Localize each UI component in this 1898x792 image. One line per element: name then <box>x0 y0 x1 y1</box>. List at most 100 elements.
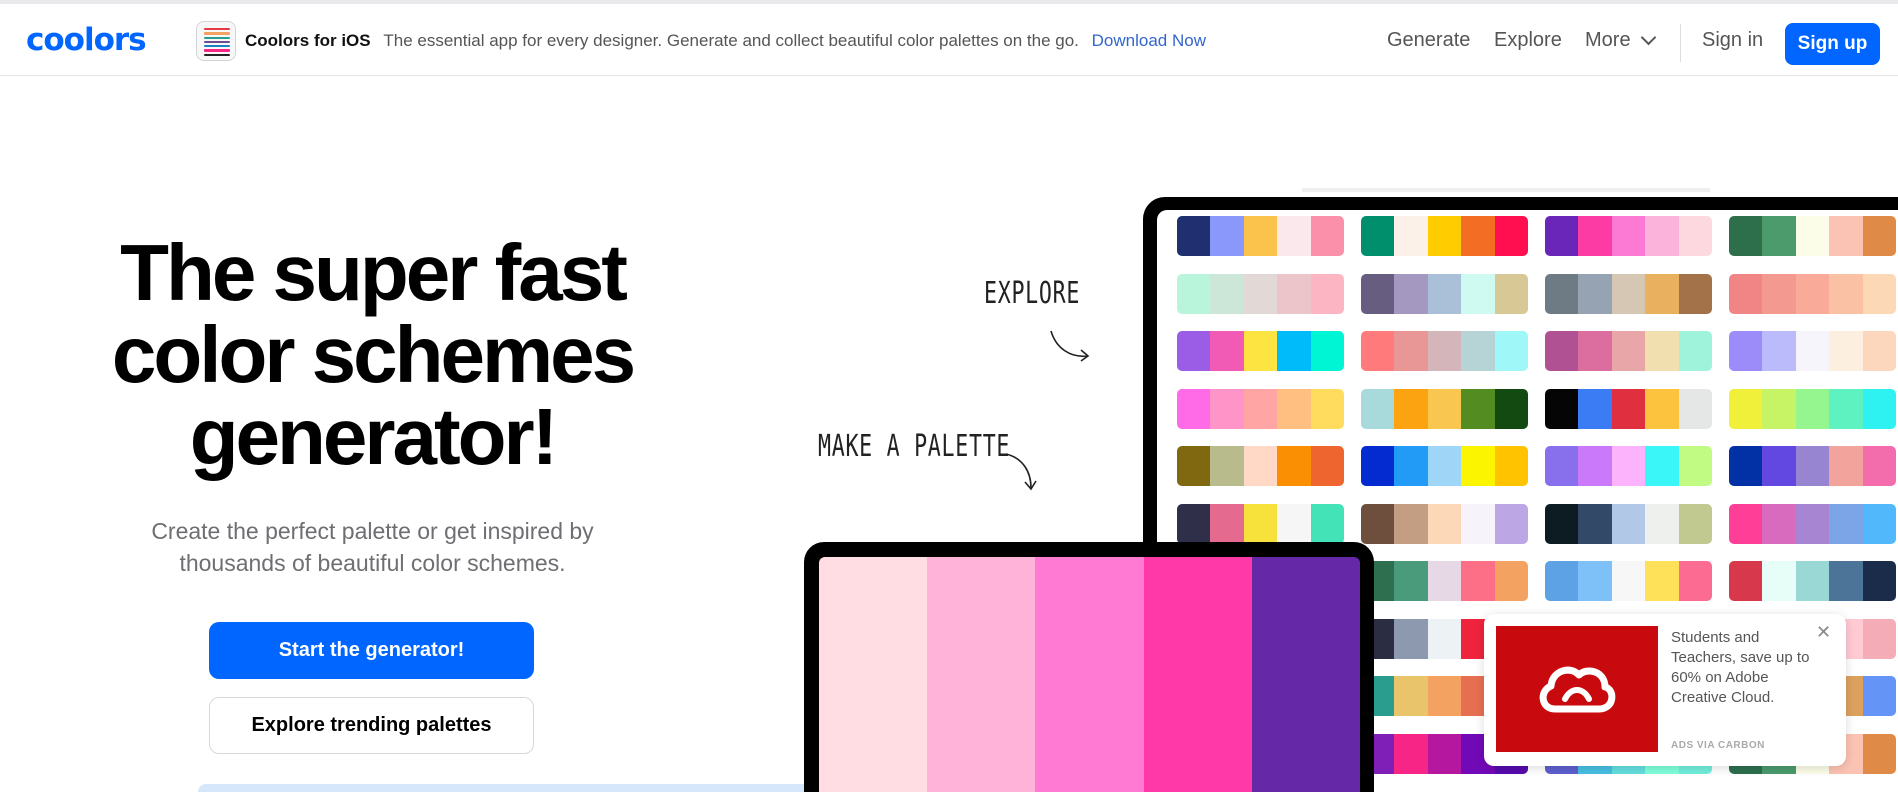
palette-card[interactable] <box>1545 561 1712 601</box>
palette-card[interactable] <box>1361 503 1528 544</box>
color-swatch <box>1611 503 1646 544</box>
palette-card[interactable] <box>1177 331 1344 371</box>
download-now-link[interactable]: Download Now <box>1092 31 1206 50</box>
color-swatch <box>1277 273 1311 314</box>
color-swatch <box>1394 561 1428 601</box>
nav-generate[interactable]: Generate <box>1387 29 1470 52</box>
color-swatch <box>1829 446 1863 486</box>
color-swatch <box>1678 331 1712 371</box>
color-swatch <box>1545 216 1579 256</box>
palette-card[interactable] <box>1729 273 1896 314</box>
chevron-down-icon <box>1640 29 1656 46</box>
color-swatch <box>927 557 1036 792</box>
palette-card[interactable] <box>1177 216 1344 256</box>
color-swatch <box>1829 273 1863 314</box>
color-swatch <box>1862 446 1896 486</box>
make-palette-handwritten-label: MAKE A PALETTE <box>818 429 1011 464</box>
palette-card[interactable] <box>1545 446 1712 486</box>
ios-promo-banner: Coolors for iOS The essential app for ev… <box>245 31 1206 51</box>
color-swatch <box>1394 618 1428 659</box>
hero-subtitle: Create the perfect palette or get inspir… <box>151 518 594 576</box>
color-swatch <box>1795 273 1830 314</box>
palette-card[interactable] <box>1545 503 1712 544</box>
palette-card[interactable] <box>1361 216 1528 256</box>
carbon-ad[interactable]: Students and Teachers, save up to 60% on… <box>1484 614 1846 766</box>
color-swatch <box>1177 446 1211 486</box>
adobe-creative-cloud-logo[interactable] <box>1496 626 1658 752</box>
sign-in-link[interactable]: Sign in <box>1702 29 1763 52</box>
color-swatch <box>1310 331 1344 371</box>
color-swatch <box>1461 273 1495 314</box>
color-swatch <box>1545 388 1579 429</box>
nav-more[interactable]: More <box>1585 29 1656 52</box>
sign-up-button[interactable]: Sign up <box>1785 23 1880 65</box>
color-swatch <box>1862 561 1896 601</box>
palette-card[interactable] <box>1729 331 1896 371</box>
palette-card[interactable] <box>1729 446 1896 486</box>
palette-card[interactable] <box>1177 503 1344 544</box>
color-swatch <box>1729 503 1763 544</box>
color-swatch <box>1762 273 1796 314</box>
color-swatch <box>1427 216 1462 256</box>
color-swatch <box>1578 273 1612 314</box>
palette-card[interactable] <box>1729 216 1896 256</box>
color-swatch <box>1829 388 1863 429</box>
color-swatch <box>1210 331 1244 371</box>
color-swatch <box>1243 216 1278 256</box>
palette-card[interactable] <box>1729 561 1896 601</box>
ad-text[interactable]: Students and Teachers, save up to 60% on… <box>1671 628 1821 708</box>
coolors-logo[interactable]: coolors <box>26 22 147 58</box>
palette-card[interactable] <box>1545 273 1712 314</box>
color-swatch <box>1361 331 1395 371</box>
color-swatch <box>1243 388 1278 429</box>
ad-attribution[interactable]: ADS VIA CARBON <box>1671 740 1765 751</box>
color-swatch <box>1394 273 1428 314</box>
color-swatch <box>1361 446 1395 486</box>
palette-card[interactable] <box>1361 446 1528 486</box>
color-swatch <box>1210 503 1244 544</box>
palette-card[interactable] <box>1177 446 1344 486</box>
palette-card[interactable] <box>1361 388 1528 429</box>
color-swatch <box>1210 216 1244 256</box>
color-swatch <box>1461 388 1495 429</box>
color-swatch <box>1310 446 1344 486</box>
palette-card[interactable] <box>1361 273 1528 314</box>
palette-card[interactable] <box>1361 561 1528 601</box>
color-swatch <box>1729 273 1763 314</box>
color-swatch <box>1361 503 1395 544</box>
palette-card[interactable] <box>1177 388 1344 429</box>
color-swatch <box>1177 331 1211 371</box>
close-icon[interactable]: ✕ <box>1816 622 1831 643</box>
explore-trending-button[interactable]: Explore trending palettes <box>209 697 534 754</box>
color-swatch <box>1795 446 1830 486</box>
color-swatch <box>1578 561 1612 601</box>
palette-card[interactable] <box>1729 388 1896 429</box>
nav-more-label: More <box>1585 29 1631 51</box>
color-swatch <box>1795 503 1830 544</box>
color-swatch <box>1277 503 1311 544</box>
palette-card[interactable] <box>1361 331 1528 371</box>
hero-title: The super fast color schemes generator! <box>111 228 636 481</box>
creative-cloud-icon <box>1539 666 1616 713</box>
start-generator-button[interactable]: Start the generator! <box>209 622 534 679</box>
palette-card[interactable] <box>1177 273 1344 314</box>
color-swatch <box>1361 216 1395 256</box>
color-swatch <box>1243 446 1278 486</box>
color-swatch <box>1762 446 1796 486</box>
color-swatch <box>1862 618 1896 659</box>
color-swatch <box>1143 557 1252 792</box>
palette-card[interactable] <box>1545 388 1712 429</box>
color-swatch <box>1645 561 1679 601</box>
nav-explore[interactable]: Explore <box>1494 29 1562 52</box>
palette-card[interactable] <box>1545 331 1712 371</box>
color-swatch <box>1361 388 1395 429</box>
palette-card[interactable] <box>1545 216 1712 256</box>
palette-card[interactable] <box>1729 503 1896 544</box>
color-swatch <box>1310 388 1344 429</box>
color-swatch <box>1494 503 1528 544</box>
color-swatch <box>1427 446 1462 486</box>
color-swatch <box>1862 216 1896 256</box>
color-swatch <box>1277 388 1311 429</box>
ios-app-icon[interactable] <box>196 21 236 61</box>
color-swatch <box>1578 216 1612 256</box>
